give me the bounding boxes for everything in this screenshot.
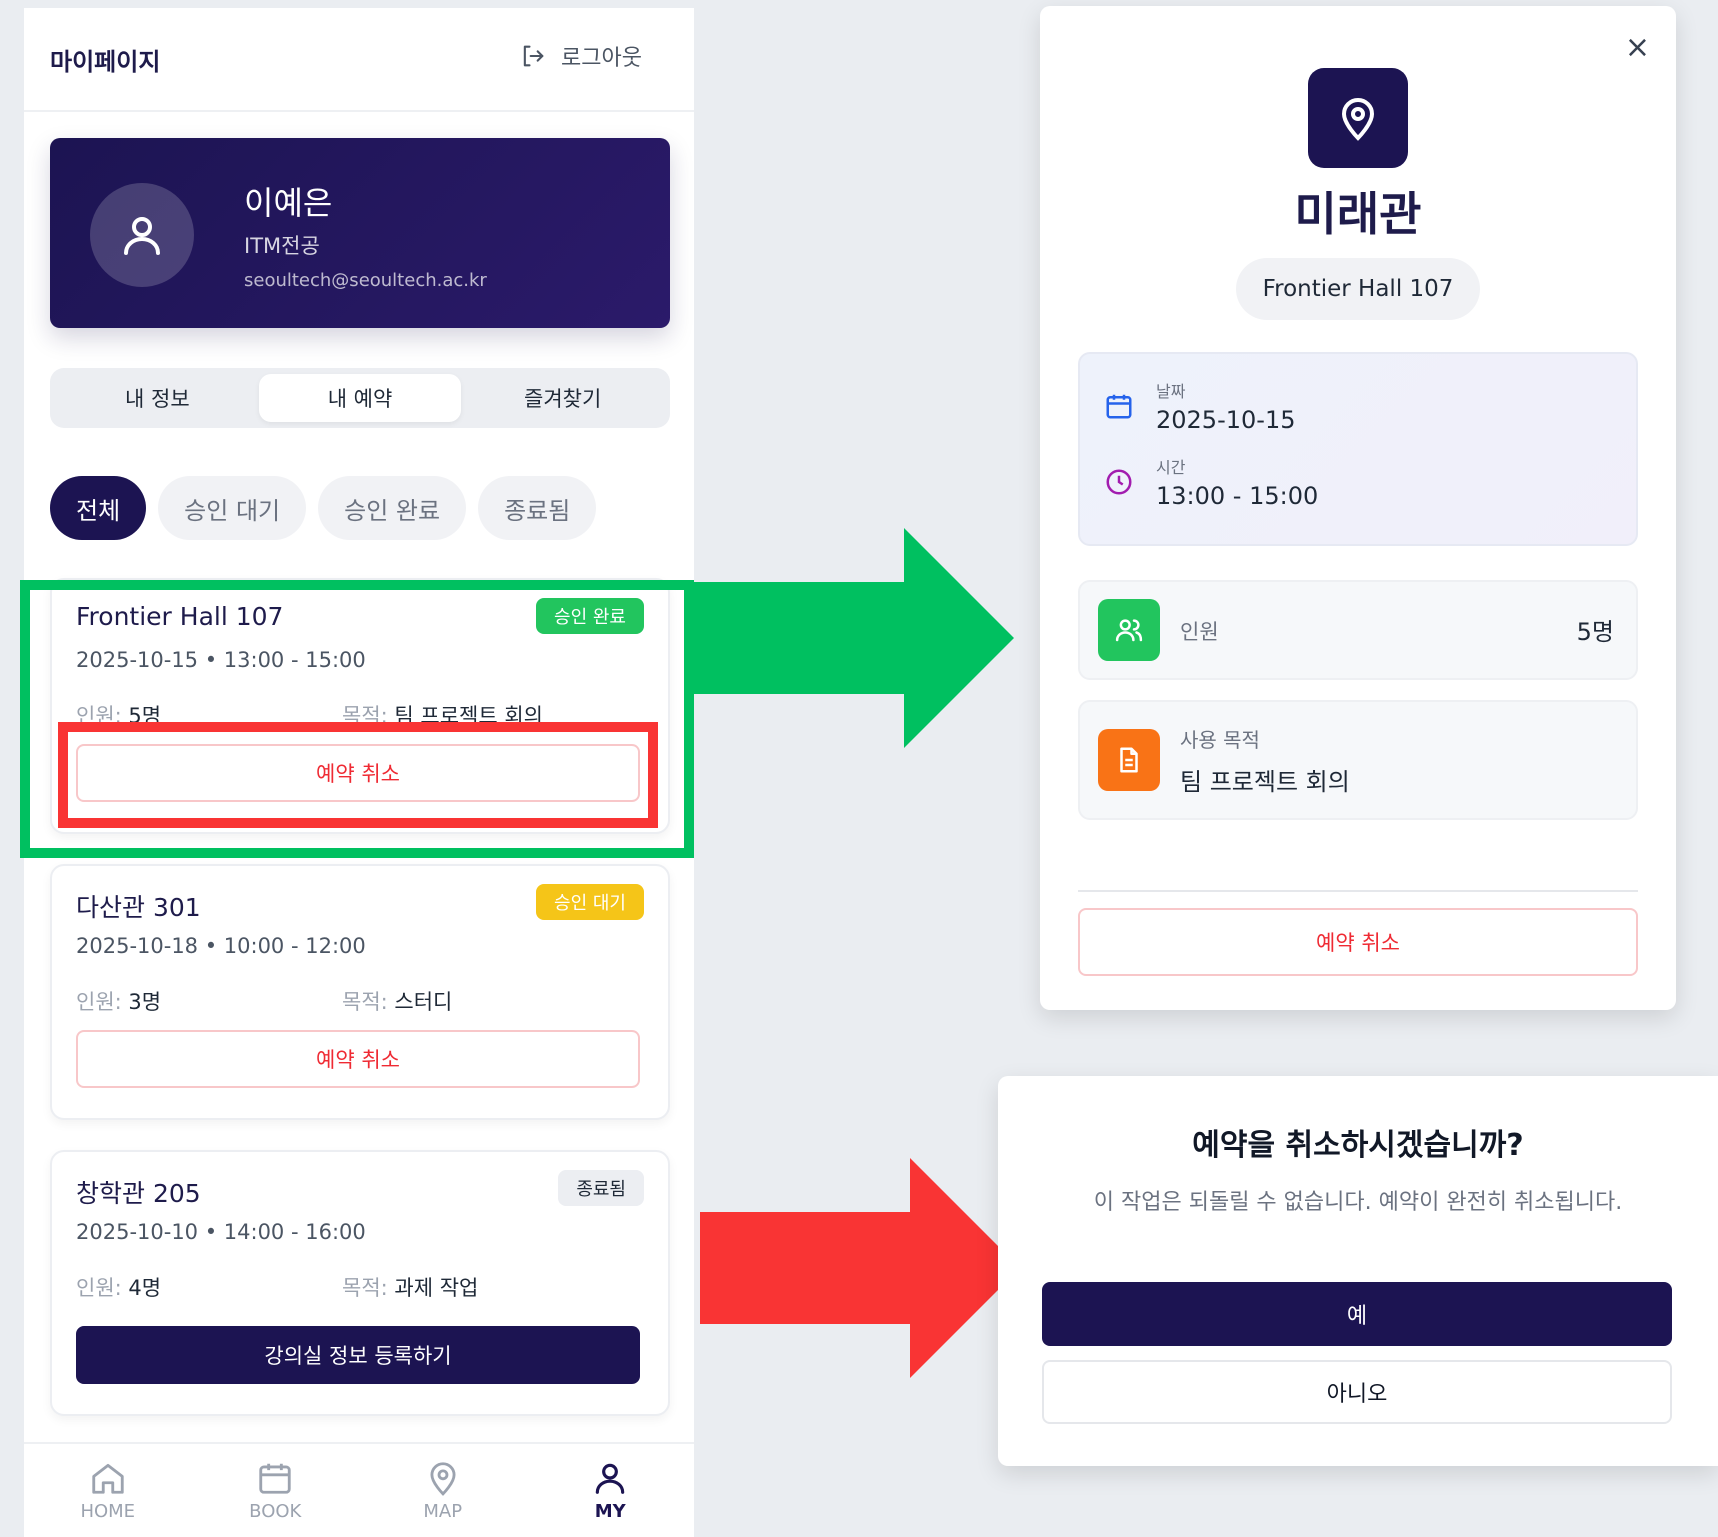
filter-all[interactable]: 전체 xyxy=(50,476,147,540)
confirm-no-button[interactable]: 아니오 xyxy=(1042,1360,1672,1424)
time-label: 시간 xyxy=(1156,458,1186,477)
nav-map[interactable]: MAP xyxy=(359,1444,527,1537)
users-icon xyxy=(1115,619,1143,642)
profile-email: seoultech@seoultech.ac.kr xyxy=(244,270,487,291)
building-badge xyxy=(1308,68,1408,168)
purpose-label: 사용 목적 xyxy=(1180,728,1260,752)
status-filter: 전체 승인 대기 승인 완료 종료됨 xyxy=(50,476,597,540)
datetime-box: 날짜 2025-10-15 시간 13:00 - 15:00 xyxy=(1078,352,1638,546)
purpose-value: 과제 작업 xyxy=(394,1276,479,1300)
tab-my-reservations[interactable]: 내 예약 xyxy=(258,374,462,422)
time-row: 시간 13:00 - 15:00 xyxy=(1104,454,1318,510)
purpose-value: 스터디 xyxy=(394,990,453,1014)
register-room-info-button[interactable]: 강의실 정보 등록하기 xyxy=(76,1326,640,1384)
purpose-badge xyxy=(1098,729,1160,791)
cancel-reservation-button[interactable]: 예약 취소 xyxy=(76,1030,640,1088)
room-pill: Frontier Hall 107 xyxy=(1236,258,1480,320)
reservation-datetime: 2025-10-18 • 10:00 - 12:00 xyxy=(76,934,366,958)
reservation-card[interactable]: 다산관 301 승인 대기 2025-10-18 • 10:00 - 12:00… xyxy=(50,864,670,1120)
purpose-label: 목적: xyxy=(342,990,388,1014)
home-icon xyxy=(92,1463,124,1494)
logout-button[interactable]: 로그아웃 xyxy=(519,40,642,72)
building-name: 미래관 xyxy=(1294,187,1422,241)
top-bar: 마이페이지 로그아웃 xyxy=(24,8,694,112)
people-label: 인원: xyxy=(76,1276,122,1300)
people-label: 인원: xyxy=(76,990,122,1014)
cancel-confirm-dialog: 예약을 취소하시겠습니까? 이 작업은 되돌릴 수 없습니다. 예약이 완전히 … xyxy=(998,1076,1718,1466)
reservation-purpose: 목적: 과제 작업 xyxy=(342,1272,478,1302)
calendar-icon xyxy=(259,1463,291,1494)
profile-major: ITM전공 xyxy=(244,234,320,258)
calendar-icon xyxy=(1106,394,1132,419)
people-value: 3명 xyxy=(128,990,162,1014)
avatar xyxy=(90,183,194,287)
people-label: 인원 xyxy=(1180,620,1219,644)
user-icon xyxy=(596,1463,625,1494)
red-arrow-icon xyxy=(700,1158,1020,1378)
people-box: 인원 5명 xyxy=(1078,580,1638,680)
nav-my-label: MY xyxy=(594,1501,626,1522)
filter-approved[interactable]: 승인 완료 xyxy=(318,476,467,540)
reservation-card[interactable]: 창학관 205 종료됨 2025-10-10 • 14:00 - 16:00 인… xyxy=(50,1150,670,1416)
user-icon xyxy=(124,217,160,255)
people-value: 5명 xyxy=(1576,618,1614,646)
reservation-people: 인원: 4명 xyxy=(76,1272,161,1302)
nav-home-label: HOME xyxy=(80,1501,136,1522)
purpose-label: 목적: xyxy=(342,1276,388,1300)
people-value: 4명 xyxy=(128,1276,162,1300)
tab-favorites[interactable]: 즐겨찾기 xyxy=(461,374,664,422)
people-badge xyxy=(1098,599,1160,661)
purpose-value: 팀 프로젝트 회의 xyxy=(1180,768,1350,796)
logout-icon xyxy=(523,45,544,67)
reservation-room: 창학관 205 xyxy=(76,1179,201,1208)
time-value: 13:00 - 15:00 xyxy=(1156,482,1319,510)
status-badge: 종료됨 xyxy=(558,1170,644,1206)
map-pin-icon xyxy=(1341,98,1375,141)
purpose-box: 사용 목적 팀 프로젝트 회의 xyxy=(1078,700,1638,820)
date-value: 2025-10-15 xyxy=(1156,406,1296,434)
reservation-room: 다산관 301 xyxy=(76,893,201,922)
reservation-people: 인원: 3명 xyxy=(76,986,161,1016)
document-icon xyxy=(1120,747,1138,773)
highlight-box-red xyxy=(58,722,658,828)
profile-card: 이예은 ITM전공 seoultech@seoultech.ac.kr xyxy=(50,138,670,328)
bottom-nav: HOME BOOK MAP MY xyxy=(24,1442,694,1537)
cancel-reservation-button[interactable]: 예약 취소 xyxy=(1078,908,1638,976)
logout-label: 로그아웃 xyxy=(561,46,642,71)
tab-my-info[interactable]: 내 정보 xyxy=(56,374,259,422)
page-title: 마이페이지 xyxy=(50,48,161,76)
reservation-detail-modal: × 미래관 Frontier Hall 107 날짜 2025-10-15 시간… xyxy=(1040,6,1676,1010)
nav-my[interactable]: MY xyxy=(527,1444,695,1537)
filter-ended[interactable]: 종료됨 xyxy=(478,476,597,540)
divider xyxy=(1078,890,1638,892)
status-badge: 승인 대기 xyxy=(536,884,644,920)
reservation-datetime: 2025-10-10 • 14:00 - 16:00 xyxy=(76,1220,366,1244)
nav-map-label: MAP xyxy=(423,1501,463,1522)
nav-home[interactable]: HOME xyxy=(24,1444,192,1537)
map-pin-icon xyxy=(430,1462,456,1496)
green-arrow-icon xyxy=(694,528,1014,748)
date-label: 날짜 xyxy=(1156,382,1186,401)
date-row: 날짜 2025-10-15 xyxy=(1104,378,1295,434)
reservation-purpose: 목적: 스터디 xyxy=(342,986,452,1016)
confirm-subtitle: 이 작업은 되돌릴 수 없습니다. 예약이 완전히 취소됩니다. xyxy=(1093,1190,1623,1215)
filter-pending[interactable]: 승인 대기 xyxy=(158,476,307,540)
confirm-yes-button[interactable]: 예 xyxy=(1042,1282,1672,1346)
profile-name: 이예은 xyxy=(244,184,333,222)
confirm-title: 예약을 취소하시겠습니까? xyxy=(1192,1128,1524,1163)
mypage-tabs: 내 정보 내 예약 즐겨찾기 xyxy=(50,368,670,428)
close-icon[interactable]: × xyxy=(1625,30,1650,65)
clock-icon xyxy=(1106,469,1132,495)
nav-book-label: BOOK xyxy=(249,1501,302,1522)
nav-book[interactable]: BOOK xyxy=(192,1444,360,1537)
